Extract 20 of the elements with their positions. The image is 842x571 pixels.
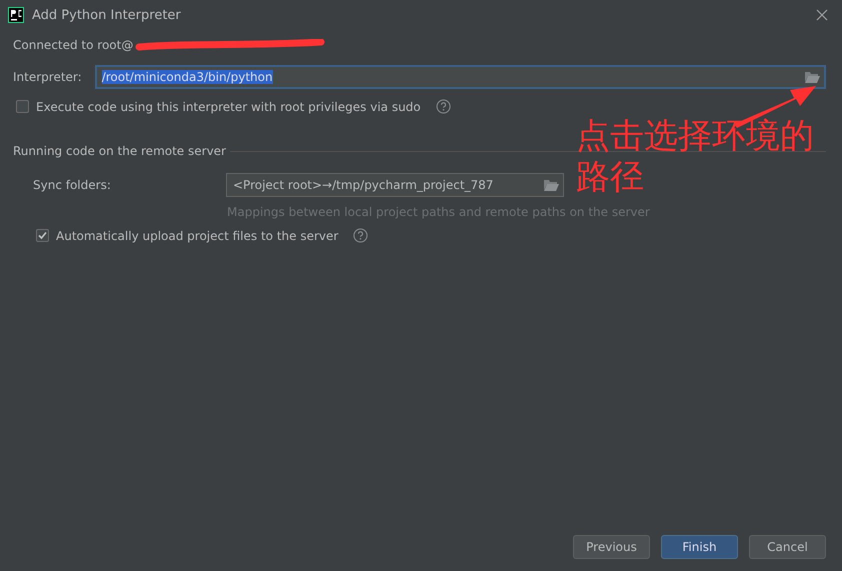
close-icon[interactable] [816,9,828,21]
help-icon[interactable] [436,99,451,114]
sync-folders-field[interactable]: <Project root>→/tmp/pycharm_project_787 [226,173,564,197]
dialog-button[interactable]: Cancel [749,535,826,559]
checkbox[interactable] [36,229,49,242]
window-title: Add Python Interpreter [32,8,181,22]
field-label: Interpreter: [13,70,82,84]
annotation-text: 点击选择环境的路径 [576,116,815,198]
checkbox-label: Automatically upload project files to the server [56,228,338,242]
help-icon[interactable] [353,228,368,243]
folder-icon[interactable] [543,179,559,191]
checkbox[interactable] [16,100,29,113]
app-logo-icon [8,7,24,23]
folder-icon[interactable] [804,71,820,83]
section-title: Running code on the remote server [13,144,226,158]
connection-label: Connected to root@ [13,38,134,52]
field-label: Sync folders: [33,178,112,192]
dialog-button[interactable]: Finish [661,535,738,559]
dialog-button[interactable]: Previous [573,535,650,559]
checkbox-label: Execute code using this interpreter with root privileges via sudo [36,100,421,114]
